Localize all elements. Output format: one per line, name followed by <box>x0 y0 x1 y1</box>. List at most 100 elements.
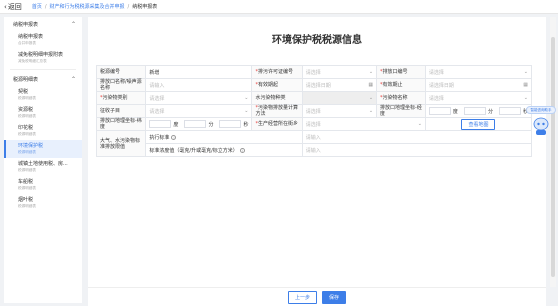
info-icon[interactable]: i <box>239 147 245 153</box>
sidebar-group-title: 税源明细表 <box>13 76 39 83</box>
form-row: 征收子目 请选择 ⌄ *污染物排放量计算方法 请选择 ⌄ 排放口地理坐标-经度 度 … <box>95 104 533 118</box>
form-row: 税源编号 新增 *排污许可证编号 请选择 ⌄ *排放口编号 请选择 ⌄ <box>95 65 533 79</box>
field-label: *污染物排放量计算方法 <box>251 104 303 118</box>
view-map-button[interactable]: 查看地图 <box>461 118 496 130</box>
outlet-number-select[interactable]: 请选择 ⌄ <box>424 65 533 79</box>
field-label: 大气、水污染物标准排放限值 <box>95 130 147 157</box>
robot-assistant-icon[interactable] <box>532 116 550 136</box>
save-button[interactable]: 保存 <box>322 290 347 304</box>
chevron-down-icon: ⌄ <box>368 108 374 114</box>
back-button[interactable]: ‹ 返回 <box>0 2 22 12</box>
latitude-minute-input[interactable] <box>184 120 207 128</box>
chevron-up-icon: ⌃ <box>70 75 76 83</box>
longitude-degree-input[interactable] <box>428 107 451 115</box>
sidebar-item-sublabel: 税源明细表 <box>18 186 36 190</box>
valid-from-date-picker[interactable]: 请选择日期 ▦ <box>301 78 378 92</box>
field-label: *有效期起 <box>251 78 303 92</box>
assistant-bubble[interactable]: 智能咨询助手 <box>526 106 556 114</box>
standard-label-cell: 执行标准 i <box>145 130 303 144</box>
field-label: 水污染物种类 <box>251 91 303 105</box>
divider <box>10 69 76 70</box>
breadcrumb-home[interactable]: 首页 <box>32 3 42 10</box>
sidebar: 纳税申报表 ⌃ 纳税申报表 合并申报表 减免税明细申报附表 减免税明细汇总表 税… <box>4 17 82 303</box>
sidebar-item-sublabel: 合并申报表 <box>18 41 36 45</box>
calendar-icon: ▦ <box>523 82 528 88</box>
chevron-down-icon: ⌄ <box>244 108 249 114</box>
longitude-second-input[interactable] <box>498 107 521 115</box>
breadcrumb-current: 纳税申报表 <box>132 4 158 10</box>
field-label: 征收子目 <box>95 104 147 118</box>
sidebar-item-resource-tax[interactable]: 资源税 税源明细表 <box>4 104 82 122</box>
field-label: 排放口地理坐标-经度 <box>376 104 426 118</box>
sidebar-group-declaration[interactable]: 纳税申报表 ⌃ <box>4 17 82 31</box>
chevron-down-icon: ⌄ <box>244 95 249 101</box>
sidebar-item-tobacco-tax[interactable]: 烟叶税 税源明细表 <box>4 194 82 212</box>
previous-step-button[interactable]: 上一步 <box>287 290 317 304</box>
chevron-down-icon: ⌄ <box>523 69 528 75</box>
sidebar-item-stamp-tax[interactable]: 印花税 税源明细表 <box>4 122 82 140</box>
pollutant-name-select[interactable]: 请选择 ⌄ <box>424 91 533 105</box>
sidebar-item-declaration-form[interactable]: 纳税申报表 合并申报表 <box>4 31 82 49</box>
sidebar-item-label: 车船税 <box>18 179 34 185</box>
outlet-name-input[interactable]: 请输入 <box>145 78 253 92</box>
sidebar-item-environmental-tax[interactable]: 环境保护税 税源明细表 <box>4 140 82 158</box>
sidebar-item-sublabel: 税源明细表 <box>18 168 36 172</box>
field-label: *排污许可证编号 <box>251 65 303 79</box>
collection-item-select[interactable]: 请选择 ⌄ <box>145 104 253 118</box>
field-label: *污染物名称 <box>376 91 426 105</box>
permit-number-select[interactable]: 请选择 ⌄ <box>301 65 378 79</box>
sidebar-item-label: 减免税明细申报附表 <box>18 52 64 58</box>
field-label: *生产经营所在街乡 <box>251 117 303 131</box>
chevron-up-icon: ⌃ <box>70 20 76 28</box>
sidebar-item-sublabel: 税源明细表 <box>18 132 36 136</box>
latitude-degree-input[interactable] <box>149 120 172 128</box>
calendar-icon: ▦ <box>368 82 374 88</box>
chevron-down-icon: ⌄ <box>368 69 374 75</box>
breadcrumb-separator: / <box>127 3 130 10</box>
latitude-second-input[interactable] <box>219 120 242 128</box>
breadcrumb-tax-collection[interactable]: 财产和行为税税源采集及合并申报 <box>50 3 125 10</box>
breadcrumb-separator: / <box>44 3 47 10</box>
latitude-dms-input[interactable]: 度 分 秒 <box>145 117 253 131</box>
form-row: 大气、水污染物标准排放限值 执行标准 i 请输入 <box>95 130 533 157</box>
sidebar-item-label: 资源税 <box>18 107 34 113</box>
longitude-dms-input[interactable]: 度 分 秒 <box>424 104 533 118</box>
water-pollutant-type-select: ⌄ <box>301 91 378 105</box>
map-cell: 查看地图 <box>424 117 533 131</box>
breadcrumb: 首页 / 财产和行为税税源采集及合并申报 / 纳税申报表 <box>32 3 158 11</box>
sidebar-group-title: 纳税申报表 <box>13 21 39 28</box>
field-label: *排放口编号 <box>376 65 426 79</box>
sidebar-item-vehicle-tax[interactable]: 车船税 税源明细表 <box>4 176 82 194</box>
sidebar-item-reduction-schedule[interactable]: 减免税明细申报附表 减免税明细汇总表 <box>4 49 82 67</box>
valid-to-date-picker[interactable]: 请选择日期 ▦ <box>424 78 533 92</box>
sidebar-item-sublabel: 税源明细表 <box>18 150 36 154</box>
sidebar-item-label: 城镇土地使用税、房... <box>18 161 68 167</box>
scrollbar-thumb[interactable] <box>551 37 555 277</box>
chevron-left-icon: ‹ <box>4 2 7 11</box>
sidebar-item-land-use-tax[interactable]: 城镇土地使用税、房... 税源明细表 <box>4 158 82 176</box>
sidebar-group-tax-source[interactable]: 税源明细表 ⌃ <box>4 72 82 86</box>
chevron-down-icon: ⌄ <box>523 95 528 101</box>
main-scrollbar[interactable] <box>550 17 556 287</box>
field-label: *污染物类别 <box>95 91 147 105</box>
form-row: 标准浓度值（毫克/升或毫克/标立方米） i 请输入 <box>97 143 533 157</box>
assistant-widget[interactable]: 智能咨询助手 <box>526 106 556 146</box>
sidebar-item-sublabel: 减免税明细汇总表 <box>18 59 47 63</box>
tax-source-form: 税源编号 新增 *排污许可证编号 请选择 ⌄ *排放口编号 请选择 ⌄ 排放口名称/… <box>95 65 533 157</box>
pollutant-category-select[interactable]: 请选择 ⌄ <box>145 91 253 105</box>
sidebar-item-label: 印花税 <box>18 125 34 131</box>
form-row: 排放口地理坐标-纬度 度 分 秒 *生产经营所在街乡 请选择 ⌄ 查看地图 <box>95 117 533 131</box>
standard-concentration-input[interactable]: 请输入 <box>301 143 533 157</box>
sidebar-item-deed-tax[interactable]: 契税 税源明细表 <box>4 86 82 104</box>
street-township-select[interactable]: 请选择 ⌄ <box>301 117 426 131</box>
form-row: *污染物类别 请选择 ⌄ 水污染物种类 ⌄ *污染物名称 请选择 ⌄ <box>95 91 533 105</box>
concentration-label-cell: 标准浓度值（毫克/升或毫克/标立方米） i <box>145 143 303 157</box>
field-label: *有效期止 <box>376 78 426 92</box>
execution-standard-input[interactable]: 请输入 <box>301 130 533 144</box>
longitude-minute-input[interactable] <box>463 107 486 115</box>
sidebar-item-sublabel: 税源明细表 <box>18 96 36 100</box>
main-panel: 环境保护税税源信息 税源编号 新增 *排污许可证编号 请选择 ⌄ *排放口编号 请… <box>88 17 546 287</box>
calculation-method-select[interactable]: 请选择 ⌄ <box>301 104 378 118</box>
info-icon[interactable]: i <box>171 134 177 140</box>
footer-actions: 上一步 保存 <box>88 287 546 306</box>
